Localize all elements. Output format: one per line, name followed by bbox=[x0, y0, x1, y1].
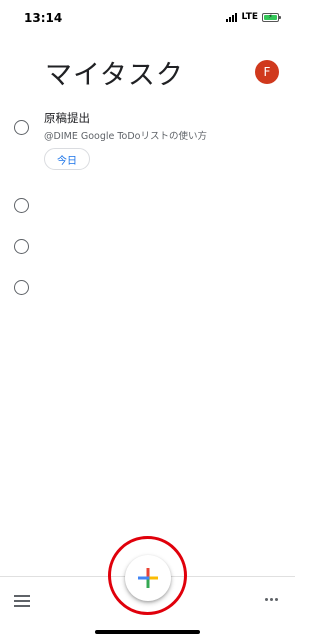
more-horizontal-icon[interactable] bbox=[265, 598, 278, 601]
page-title: マイタスク bbox=[45, 60, 184, 91]
avatar[interactable]: F bbox=[255, 60, 279, 84]
task-title[interactable]: 原稿提出 bbox=[44, 110, 90, 126]
complete-task-checkbox[interactable] bbox=[14, 120, 29, 135]
task-item[interactable]: 原稿提出 @DIME Google ToDoリストの使い方 今日 bbox=[0, 108, 295, 178]
hamburger-menu-icon[interactable] bbox=[14, 595, 30, 607]
highlight-circle bbox=[108, 536, 187, 615]
status-indicators: LTE ⚡ bbox=[226, 12, 281, 22]
cellular-signal-icon bbox=[226, 12, 238, 22]
date-chip[interactable]: 今日 bbox=[44, 148, 90, 170]
status-bar: 13:14 LTE ⚡ bbox=[0, 0, 295, 36]
complete-task-checkbox[interactable] bbox=[14, 198, 29, 213]
network-type: LTE bbox=[241, 12, 258, 22]
battery-charging-icon: ⚡ bbox=[262, 12, 281, 22]
task-item[interactable] bbox=[0, 235, 295, 259]
complete-task-checkbox[interactable] bbox=[14, 280, 29, 295]
complete-task-checkbox[interactable] bbox=[14, 239, 29, 254]
home-indicator bbox=[95, 630, 200, 634]
task-item[interactable] bbox=[0, 276, 295, 300]
task-subtitle: @DIME Google ToDoリストの使い方 bbox=[44, 131, 207, 142]
status-time: 13:14 bbox=[24, 11, 63, 25]
task-item[interactable] bbox=[0, 194, 295, 218]
